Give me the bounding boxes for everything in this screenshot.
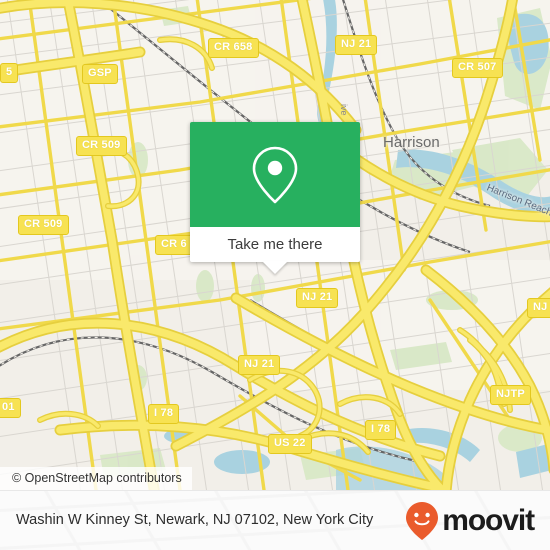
map-pin-icon — [252, 146, 298, 203]
road-shield[interactable]: 5 — [0, 63, 19, 83]
moovit-pin-icon — [406, 501, 439, 540]
road-shield[interactable]: CR 6 — [155, 235, 193, 255]
callout-header — [190, 122, 360, 227]
street-label: ive — [339, 104, 349, 116]
road-shield[interactable]: CR 509 — [18, 215, 69, 235]
footer-address: Washin W Kinney St, Newark, NJ 07102, Ne… — [16, 511, 374, 528]
road-shield[interactable]: NJ 21 — [296, 288, 339, 308]
road-shield[interactable]: NJ 21 — [238, 355, 281, 375]
callout-action-label: Take me there — [227, 236, 323, 253]
road-shield[interactable]: NJTP — [490, 385, 531, 405]
road-shield[interactable]: I 78 — [365, 420, 397, 440]
map-screenshot: 5 CR 658 NJ 21 CR 507 GSP CR 509 CR 509 … — [0, 0, 550, 550]
callout-pointer — [262, 261, 288, 274]
place-label-harrison: Harrison — [383, 134, 440, 151]
road-shield[interactable]: I 78 — [148, 404, 180, 424]
road-shield[interactable]: 01 — [0, 398, 21, 418]
road-shield[interactable]: GSP — [82, 64, 118, 84]
take-me-there-button[interactable]: Take me there — [190, 227, 360, 262]
moovit-wordmark: moovit — [442, 503, 535, 537]
road-shield[interactable]: NJ — [527, 298, 550, 318]
osm-attribution[interactable]: © OpenStreetMap contributors — [0, 467, 192, 490]
moovit-brand[interactable]: moovit — [405, 501, 538, 541]
footer-bar: Washin W Kinney St, Newark, NJ 07102, Ne… — [0, 490, 550, 550]
road-shield[interactable]: CR 509 — [76, 136, 127, 156]
road-shield[interactable]: US 22 — [268, 434, 312, 454]
map-callout[interactable]: Take me there — [190, 122, 360, 274]
road-shield[interactable]: NJ 21 — [335, 35, 378, 55]
road-shield[interactable]: CR 658 — [208, 38, 259, 58]
road-shield[interactable]: CR 507 — [452, 58, 503, 78]
map-canvas[interactable]: 5 CR 658 NJ 21 CR 507 GSP CR 509 CR 509 … — [0, 0, 550, 490]
